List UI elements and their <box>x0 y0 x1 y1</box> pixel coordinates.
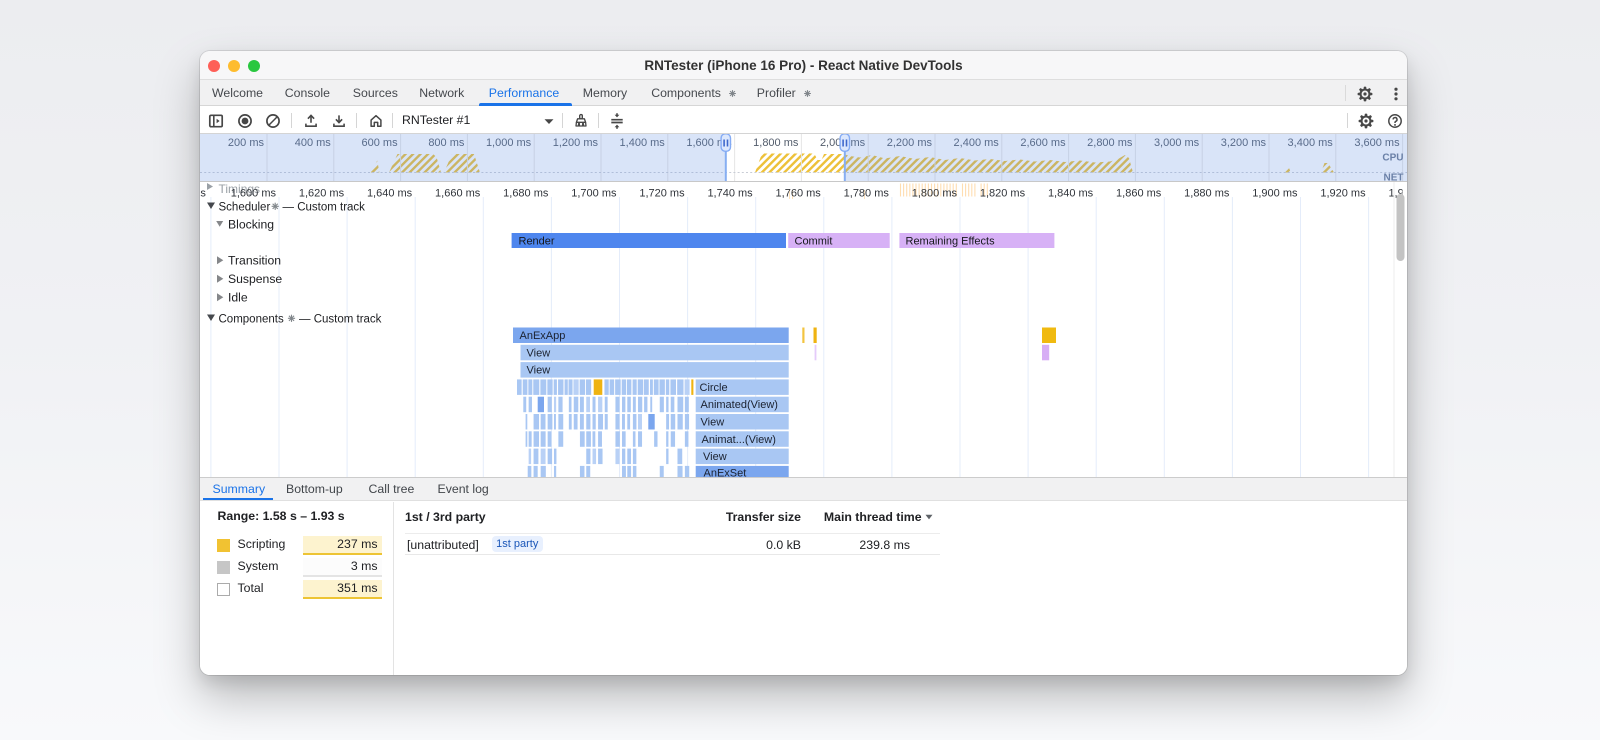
svg-text:AnExSet: AnExSet <box>704 468 747 477</box>
svg-text:— Custom track: — Custom track <box>299 314 382 326</box>
svg-text:Suspense: Suspense <box>228 272 282 286</box>
svg-text:View: View <box>527 365 551 377</box>
svg-text:1,860 ms: 1,860 ms <box>1116 188 1162 200</box>
svg-text:1,760 ms: 1,760 ms <box>776 188 822 200</box>
svg-text:1,900 ms: 1,900 ms <box>1252 188 1298 200</box>
svg-text:Render: Render <box>519 236 555 248</box>
svg-text:1,880 ms: 1,880 ms <box>1184 188 1230 200</box>
svg-text:1,800 ms: 1,800 ms <box>912 188 958 200</box>
svg-text:View: View <box>527 347 551 359</box>
svg-text:1,920 ms: 1,920 ms <box>1320 188 1366 200</box>
svg-text:AnExApp: AnExApp <box>520 330 566 342</box>
svg-text:1,800 ms: 1,800 ms <box>753 137 799 149</box>
svg-text:Scheduler: Scheduler <box>219 202 271 214</box>
svg-text:1,600 ms: 1,600 ms <box>231 188 277 200</box>
svg-text:Blocking: Blocking <box>228 218 274 232</box>
svg-text:1,580 ms: 1,580 ms <box>200 188 206 200</box>
svg-text:Animat...(View): Animat...(View) <box>702 434 776 446</box>
svg-text:Idle: Idle <box>228 291 248 305</box>
svg-text:Remaining Effects: Remaining Effects <box>906 236 996 248</box>
svg-text:1,660 ms: 1,660 ms <box>435 188 481 200</box>
svg-text:1,740 ms: 1,740 ms <box>707 188 753 200</box>
svg-text:— Custom track: — Custom track <box>283 202 366 214</box>
svg-text:1,840 ms: 1,840 ms <box>1048 188 1094 200</box>
svg-text:Animated(View): Animated(View) <box>701 399 778 411</box>
svg-text:1,640 ms: 1,640 ms <box>367 188 413 200</box>
svg-text:Circle: Circle <box>700 382 728 394</box>
svg-text:1,720 ms: 1,720 ms <box>639 188 685 200</box>
svg-text:View: View <box>703 451 727 463</box>
svg-text:1,620 ms: 1,620 ms <box>299 188 345 200</box>
svg-text:1,780 ms: 1,780 ms <box>844 188 890 200</box>
svg-text:1,820 ms: 1,820 ms <box>980 188 1026 200</box>
svg-text:1,680 ms: 1,680 ms <box>503 188 549 200</box>
svg-text:Components: Components <box>219 314 284 326</box>
svg-text:View: View <box>701 417 725 429</box>
svg-text:1,700 ms: 1,700 ms <box>571 188 617 200</box>
svg-text:Transition: Transition <box>228 254 281 268</box>
svg-text:Commit: Commit <box>795 236 833 248</box>
